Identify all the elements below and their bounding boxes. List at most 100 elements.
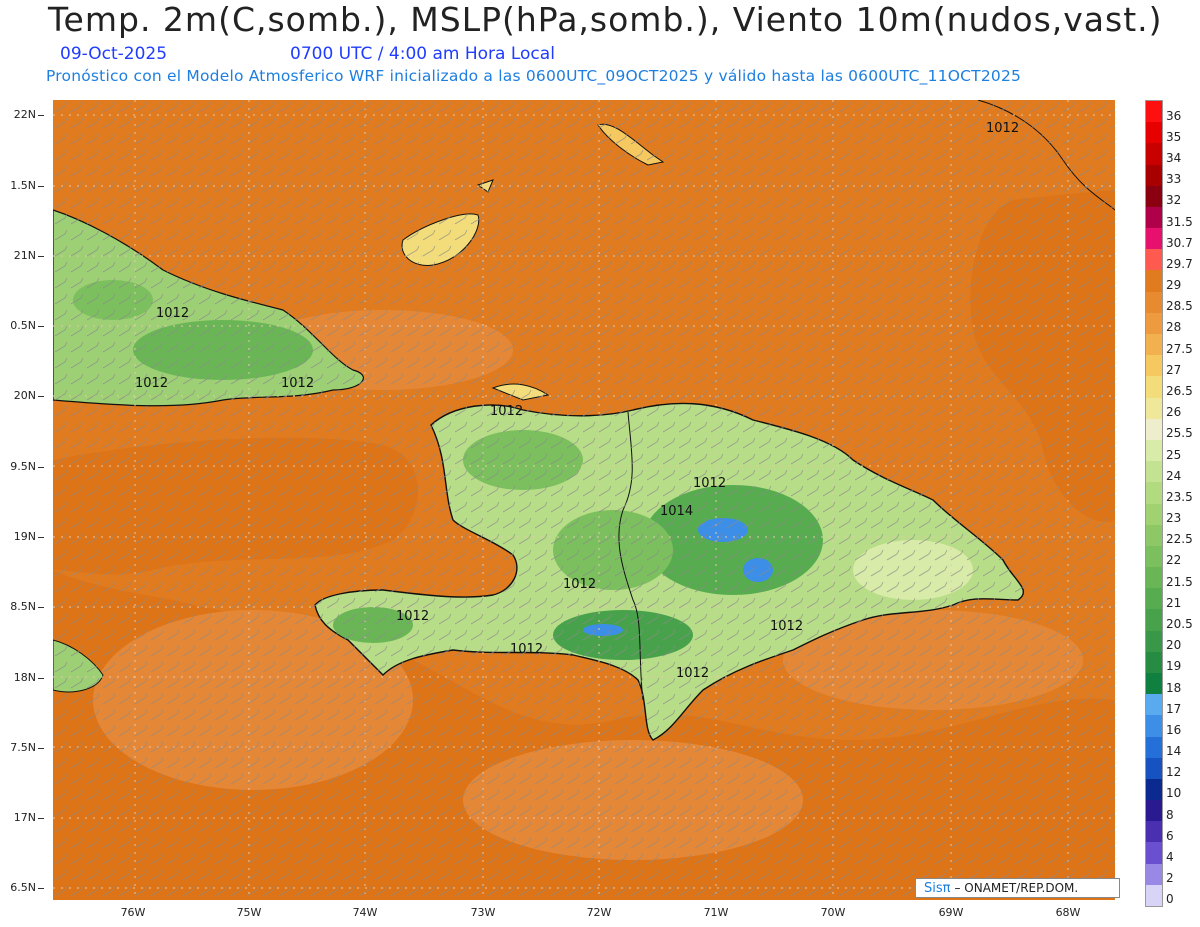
colorbar-cell: [1146, 884, 1162, 907]
colorbar-label: 20: [1166, 638, 1182, 653]
colorbar-label: 29.7: [1166, 256, 1193, 271]
colorbar-cell: [1146, 185, 1162, 208]
colorbar-cell: [1146, 694, 1162, 716]
colorbar-cell: [1146, 355, 1162, 377]
weather-map: 1012 1012 1012 1012 1012 1012 1014 1012 …: [53, 100, 1115, 900]
longitude-label: 68W: [1055, 906, 1081, 919]
forecast-date: 09-Oct-2025: [60, 44, 168, 64]
colorbar-label: 24: [1166, 468, 1182, 483]
colorbar-label: 19: [1166, 659, 1182, 674]
colorbar-label: 25: [1166, 447, 1182, 462]
latitude-label: 6.5N: [0, 881, 44, 894]
isobar-label: 1012: [676, 666, 709, 681]
colorbar-cell: [1146, 757, 1162, 780]
colorbar-cell: [1146, 270, 1162, 293]
colorbar-cell: [1146, 439, 1162, 462]
colorbar-label: 27.5: [1166, 341, 1193, 356]
colorbar-label: 12: [1166, 765, 1182, 780]
colorbar-label: 33: [1166, 172, 1182, 187]
colorbar-label: 23: [1166, 511, 1182, 526]
colorbar-cell: [1146, 842, 1162, 865]
colorbar-label: 23.5: [1166, 489, 1193, 504]
longitude-label: 71W: [703, 906, 729, 919]
colorbar-cell: [1146, 672, 1162, 695]
latitude-label: 20N: [0, 389, 44, 402]
model-subtitle: Pronóstico con el Modelo Atmosferico WRF…: [46, 67, 1022, 85]
colorbar-cell: [1146, 291, 1162, 314]
colorbar-label: 26.5: [1166, 383, 1193, 398]
isobar-label: 1012: [135, 376, 168, 391]
isobar-label: 1012: [693, 476, 726, 491]
colorbar-label: 22: [1166, 553, 1182, 568]
colorbar-label: 10: [1166, 786, 1182, 801]
isobar-label: 1012: [770, 619, 803, 634]
colorbar-label: 32: [1166, 193, 1182, 208]
colorbar-cell: [1146, 630, 1162, 653]
colorbar-label: 26: [1166, 405, 1182, 420]
colorbar-label: 18: [1166, 680, 1182, 695]
colorbar-label: 20.5: [1166, 617, 1193, 631]
longitude-label: 76W: [120, 906, 146, 919]
credit-box: Sisπ – ONAMET/REP.DOM.: [915, 878, 1120, 898]
isobar-label: 1012: [396, 609, 429, 624]
colorbar-label: 21: [1166, 595, 1182, 610]
latitude-label: 7.5N: [0, 741, 44, 754]
colorbar-cell: [1146, 143, 1162, 166]
colorbar-cell: [1146, 461, 1162, 483]
isobar-label: 1012: [156, 306, 189, 321]
colorbar-label: 6: [1166, 828, 1174, 843]
credit-text: – ONAMET/REP.DOM.: [954, 881, 1079, 895]
colorbar-cell: [1146, 418, 1162, 441]
colorbar-cell: [1146, 334, 1162, 356]
colorbar-label: 21.5: [1166, 574, 1193, 589]
colorbar-label: 28.5: [1166, 299, 1193, 314]
colorbar-label: 17: [1166, 701, 1182, 716]
isobar-label: 1012: [281, 376, 314, 391]
colorbar-cell: [1146, 821, 1162, 843]
colorbar-cell: [1146, 863, 1162, 886]
latitude-label: 0.5N: [0, 319, 44, 332]
latitude-label: 8.5N: [0, 600, 44, 613]
colorbar-cell: [1146, 122, 1162, 144]
colorbar-label: 29: [1166, 278, 1182, 293]
colorbar-cell: [1146, 545, 1162, 568]
colorbar-label: 27: [1166, 362, 1182, 377]
colorbar-cell: [1146, 482, 1162, 504]
longitude-label: 74W: [352, 906, 378, 919]
colorbar-label: 4: [1166, 850, 1174, 865]
colorbar-cell: [1146, 715, 1162, 737]
colorbar-label: 8: [1166, 807, 1174, 822]
colorbar-cell: [1146, 524, 1162, 547]
longitude-label: 70W: [820, 906, 846, 919]
colorbar-cell: [1146, 778, 1162, 801]
colorbar-cell: [1146, 376, 1162, 399]
isobar-label: 1012: [563, 577, 596, 592]
colorbar-cell: [1146, 567, 1162, 589]
colorbar-label: 35: [1166, 129, 1182, 144]
colorbar-cell: [1146, 312, 1162, 335]
colorbar-cell: [1146, 164, 1162, 187]
colorbar-label: 16: [1166, 722, 1182, 737]
colorbar-label: 22.5: [1166, 532, 1193, 547]
colorbar-label: 0: [1166, 892, 1174, 907]
colorbar-label: 14: [1166, 744, 1182, 759]
colorbar-label: 34: [1166, 150, 1182, 165]
brand-logo-text: Sisπ: [924, 880, 951, 896]
colorbar-cell: [1146, 206, 1162, 229]
colorbar-cell: [1146, 101, 1162, 123]
longitude-label: 75W: [236, 906, 262, 919]
isobar-label: 1012: [510, 642, 543, 657]
colorbar-label: 36: [1166, 108, 1182, 123]
colorbar-label: 2: [1166, 871, 1174, 886]
colorbar-cell: [1146, 249, 1162, 271]
longitude-label: 69W: [938, 906, 964, 919]
longitude-label: 72W: [586, 906, 612, 919]
temperature-colorbar: [1145, 100, 1163, 907]
colorbar-label: 28: [1166, 320, 1182, 335]
map-canvas: 1012 1012 1012 1012 1012 1012 1014 1012 …: [53, 100, 1115, 900]
colorbar-cell: [1146, 609, 1162, 632]
latitude-label: 17N: [0, 811, 44, 824]
map-title: Temp. 2m(C,somb.), MSLP(hPa,somb.), Vien…: [48, 0, 1163, 39]
latitude-label: 1.5N: [0, 179, 44, 192]
colorbar-cell: [1146, 503, 1162, 526]
